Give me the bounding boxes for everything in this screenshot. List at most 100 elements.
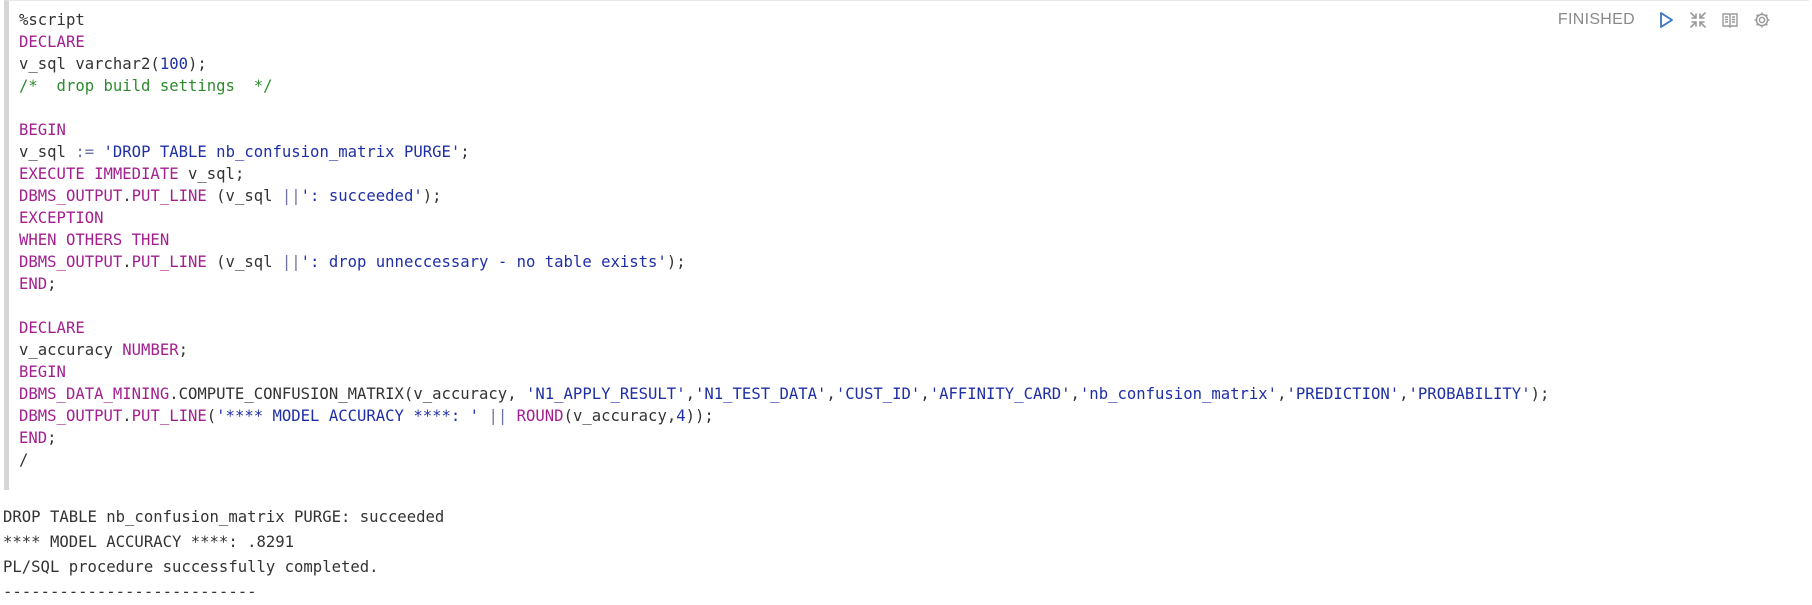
code-token: /* drop build settings */ xyxy=(19,77,273,95)
code-token: ': drop unneccessary - no table exists' xyxy=(300,253,667,271)
code-token: 'N1_TEST_DATA' xyxy=(694,385,827,403)
output-line: DROP TABLE nb_confusion_matrix PURGE: su… xyxy=(3,508,445,526)
code-token: 'PROBABILITY' xyxy=(1408,385,1531,403)
code-line: BEGIN xyxy=(19,119,1549,141)
code-line: BEGIN xyxy=(19,361,1549,383)
code-token: EXECUTE IMMEDIATE xyxy=(19,165,179,183)
code-token: DBMS_OUTPUT xyxy=(19,407,123,425)
code-token: PUT_LINE xyxy=(131,407,207,425)
code-token: EXCEPTION xyxy=(19,209,104,227)
code-line: DECLARE xyxy=(19,31,1549,53)
code-line: DBMS_OUTPUT.PUT_LINE('**** MODEL ACCURAC… xyxy=(19,405,1549,427)
code-token: ); xyxy=(666,253,686,271)
status-label: FINISHED xyxy=(1557,11,1635,28)
code-line: EXECUTE IMMEDIATE v_sql; xyxy=(19,163,1549,185)
code-token: WHEN OTHERS THEN xyxy=(19,231,170,249)
collapse-icon xyxy=(1690,12,1706,28)
code-token: . xyxy=(122,407,132,425)
code-line: WHEN OTHERS THEN xyxy=(19,229,1549,251)
code-token: ; xyxy=(47,275,57,293)
paragraph-toolbar: FINISHED xyxy=(1558,9,1773,31)
code-token: v_accuracy xyxy=(19,341,123,359)
code-editor[interactable]: %script DECLARE v_sql varchar2(100); /* dro… xyxy=(4,0,1809,490)
code-token: , xyxy=(920,385,930,403)
code-line: v_sql := 'DROP TABLE nb_confusion_matrix… xyxy=(19,141,1549,163)
code-token: , xyxy=(1070,385,1080,403)
code-line: /* drop build settings */ xyxy=(19,75,1549,97)
code-token: 'DROP TABLE nb_confusion_matrix PURGE' xyxy=(103,143,461,161)
code-token: ; xyxy=(460,143,470,161)
output-line: --------------------------- xyxy=(3,583,257,601)
code-token: || xyxy=(488,407,508,425)
code-token: (v_sql xyxy=(206,187,282,205)
code-token: ': succeeded' xyxy=(300,187,423,205)
code-line: v_accuracy NUMBER; xyxy=(19,339,1549,361)
code-token: (v_accuracy, xyxy=(563,407,677,425)
code-token: v_sql varchar2( xyxy=(19,55,160,73)
book-icon xyxy=(1722,13,1738,28)
code-token: NUMBER xyxy=(122,341,179,359)
code-token: BEGIN xyxy=(19,121,66,139)
run-icon xyxy=(1660,12,1673,28)
code-line: DBMS_OUTPUT.PUT_LINE (v_sql ||': succeed… xyxy=(19,185,1549,207)
code-token: v_sql xyxy=(19,143,76,161)
code-line: DECLARE xyxy=(19,317,1549,339)
code-token: . xyxy=(122,253,132,271)
code-token: 4 xyxy=(676,407,686,425)
code-token: DECLARE xyxy=(19,33,85,51)
code-line: END; xyxy=(19,273,1549,295)
code-token: , xyxy=(1399,385,1409,403)
code-token: . xyxy=(122,187,132,205)
code-line: END; xyxy=(19,427,1549,449)
code-line: DBMS_OUTPUT.PUT_LINE (v_sql ||': drop un… xyxy=(19,251,1549,273)
code-token: 'PREDICTION' xyxy=(1286,385,1400,403)
code-token: 'AFFINITY_CARD' xyxy=(929,385,1071,403)
code-token: DBMS_OUTPUT xyxy=(19,187,123,205)
code-token: , xyxy=(826,385,836,403)
code-token: DBMS_DATA_MINING xyxy=(19,385,170,403)
code-token: END xyxy=(19,275,48,293)
code-token: END xyxy=(19,429,48,447)
code-token: )); xyxy=(685,407,714,425)
code-token: ( xyxy=(206,407,217,425)
code-token: (v_sql xyxy=(206,253,282,271)
code-token: ROUND xyxy=(516,407,564,425)
code-token: DBMS_OUTPUT xyxy=(19,253,123,271)
code-token: DECLARE xyxy=(19,319,85,337)
code-content[interactable]: %script DECLARE v_sql varchar2(100); /* dro… xyxy=(19,9,1549,471)
code-line: v_sql varchar2(100); xyxy=(19,53,1549,75)
code-line: %script xyxy=(19,9,1549,31)
code-token: 100 xyxy=(159,55,188,73)
code-token: '**** MODEL ACCURACY ****: ' xyxy=(216,407,480,425)
settings-button[interactable] xyxy=(1751,9,1773,31)
code-line: / xyxy=(19,449,1549,471)
book-button[interactable] xyxy=(1719,9,1741,31)
code-token: ; xyxy=(178,341,189,359)
code-token: ); xyxy=(422,187,442,205)
code-token: 'N1_APPLY_RESULT' xyxy=(525,385,686,403)
code-token: .COMPUTE_CONFUSION_MATRIX(v_accuracy, xyxy=(169,385,526,403)
code-token: || xyxy=(281,253,301,271)
code-token: ); xyxy=(188,55,207,73)
code-token: ); xyxy=(1530,385,1550,403)
collapse-button[interactable] xyxy=(1687,9,1709,31)
code-token: ; xyxy=(47,429,57,447)
output-line: PL/SQL procedure successfully completed. xyxy=(3,558,379,576)
code-token: / xyxy=(19,451,29,469)
code-token: 'nb_confusion_matrix' xyxy=(1079,385,1278,403)
code-token: || xyxy=(281,187,301,205)
code-token: PUT_LINE xyxy=(131,253,207,271)
output-line: **** MODEL ACCURACY ****: .8291 xyxy=(3,533,295,551)
code-token: v_sql; xyxy=(178,165,245,183)
code-token: := xyxy=(75,143,95,161)
code-line: EXCEPTION xyxy=(19,207,1549,229)
code-token: PUT_LINE xyxy=(131,187,207,205)
code-token: , xyxy=(685,385,695,403)
code-token: 'CUST_ID' xyxy=(835,385,921,403)
code-token: BEGIN xyxy=(19,363,66,381)
paragraph-output: DROP TABLE nb_confusion_matrix PURGE: su… xyxy=(3,505,444,605)
run-button[interactable] xyxy=(1655,9,1677,31)
